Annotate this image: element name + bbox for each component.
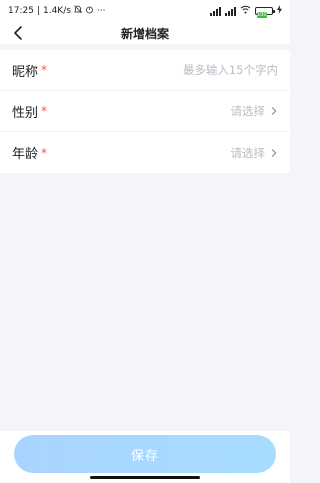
nickname-row[interactable]: 昵称 * 最多输入15个字内	[0, 50, 290, 91]
status-time: 17:25	[8, 6, 34, 16]
gender-label: 性别 *	[12, 102, 47, 121]
back-button[interactable]	[8, 23, 28, 43]
nickname-label: 昵称 *	[12, 61, 47, 80]
bell-off-icon	[74, 5, 82, 17]
nickname-placeholder: 最多输入15个字内	[182, 63, 278, 77]
status-bar-left: 17:25 | 1.4K/s ···	[8, 5, 106, 17]
page-title: 新增档案	[120, 26, 169, 41]
status-bar: 17:25 | 1.4K/s ··· 100	[0, 0, 290, 22]
field-label: 性别	[12, 105, 39, 121]
age-select[interactable]: 请选择	[231, 145, 279, 161]
status-bar-right: 100	[210, 5, 282, 18]
chevron-right-icon	[271, 107, 277, 115]
chevron-left-icon	[14, 26, 22, 40]
battery-level: 100	[257, 12, 267, 18]
more-dots: ···	[96, 6, 106, 16]
alarm-icon	[85, 5, 94, 17]
status-divider: |	[36, 6, 40, 16]
required-mark: *	[41, 145, 48, 160]
signal-icon	[210, 6, 221, 16]
charging-icon	[277, 5, 282, 17]
field-label: 昵称	[12, 64, 39, 80]
signal-icon	[225, 6, 236, 16]
profile-form: 昵称 * 最多输入15个字内 性别 * 请选择 年龄 * 请选择	[0, 50, 290, 173]
field-label: 年龄	[12, 147, 39, 162]
battery-icon: 100	[255, 7, 275, 18]
gender-select[interactable]: 请选择	[231, 103, 279, 119]
nickname-input[interactable]: 最多输入15个字内	[183, 62, 278, 78]
network-speed: 1.4K/s	[42, 6, 71, 16]
wifi-icon	[240, 5, 251, 17]
nav-bar: 新增档案	[0, 22, 290, 44]
required-mark: *	[41, 63, 48, 77]
gender-row[interactable]: 性别 * 请选择	[0, 91, 290, 132]
gender-placeholder: 请选择	[230, 104, 266, 118]
age-label: 年龄 *	[12, 143, 48, 163]
save-button[interactable]: 保存	[14, 435, 276, 473]
age-row[interactable]: 年龄 * 请选择	[0, 132, 290, 173]
required-mark: *	[41, 104, 48, 118]
age-placeholder: 请选择	[230, 145, 266, 160]
home-indicator[interactable]	[90, 476, 200, 479]
chevron-right-icon	[271, 148, 277, 157]
